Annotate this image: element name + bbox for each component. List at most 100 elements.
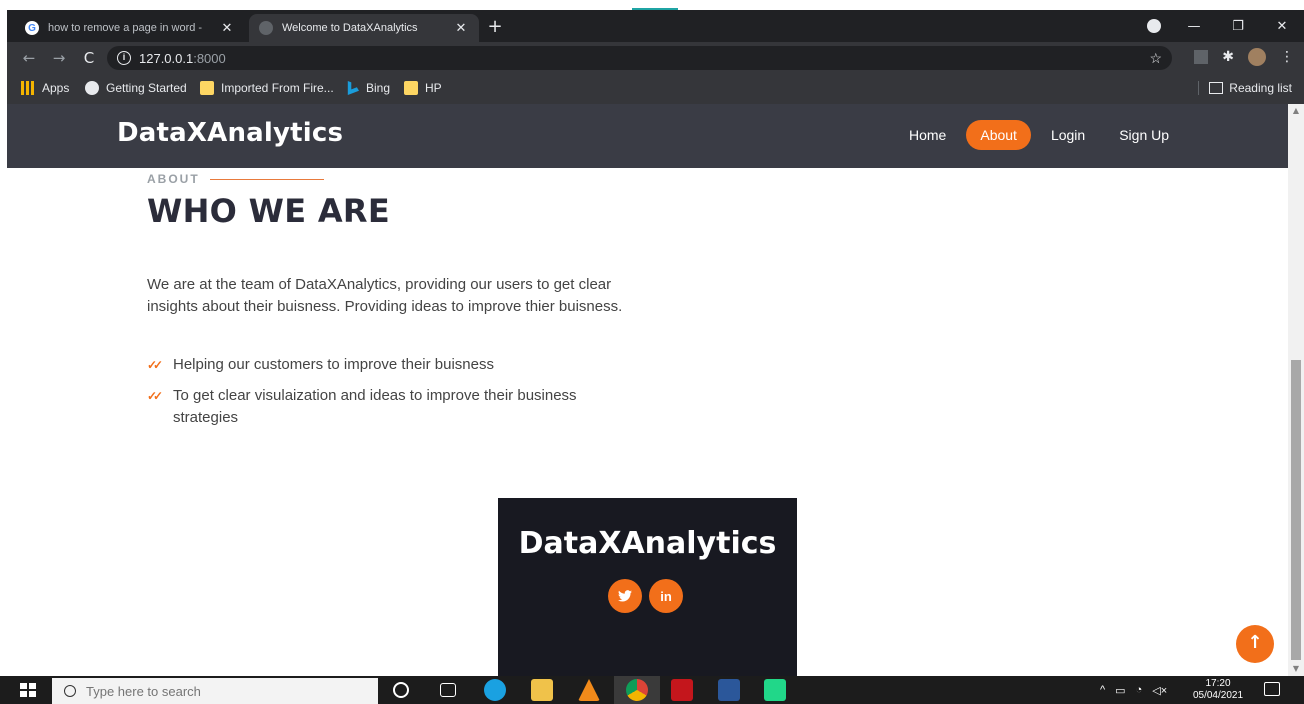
firefox-icon <box>85 81 99 95</box>
address-bar[interactable]: i 127.0.0.1 :8000 ☆ <box>107 46 1172 70</box>
bookmark-label: Apps <box>42 81 70 95</box>
bookmark-label: Imported From Fire... <box>221 81 334 95</box>
toolbar-icons: ✱ ⋮ <box>1194 48 1294 66</box>
url-host: 127.0.0.1 <box>139 50 194 66</box>
footer: DataXAnalytics in <box>498 498 797 676</box>
about-paragraph: We are at the team of DataXAnalytics, pr… <box>147 276 623 315</box>
bookmark-apps[interactable]: Apps <box>21 81 69 95</box>
scroll-down-icon[interactable]: ▼ <box>1288 662 1304 676</box>
window-controls: — ❐ ✕ <box>1172 10 1304 42</box>
restore-icon[interactable]: ❐ <box>1216 19 1260 34</box>
close-window-icon[interactable]: ✕ <box>1260 19 1304 34</box>
profile-avatar[interactable] <box>1248 48 1266 66</box>
bookmark-bing[interactable]: Bing <box>345 81 390 95</box>
scroll-thumb[interactable] <box>1291 360 1301 660</box>
bookmark-star-icon[interactable]: ☆ <box>1149 50 1162 67</box>
back-icon[interactable]: ← <box>19 48 39 68</box>
linkedin-icon[interactable]: in <box>649 579 683 613</box>
folder-icon <box>404 81 418 95</box>
taskbar-clock[interactable]: 17:20 05/04/2021 <box>1190 678 1246 702</box>
wifi-icon[interactable]: ◔ <box>1136 684 1143 696</box>
twitter-icon[interactable] <box>608 579 642 613</box>
url-port: :8000 <box>193 50 226 66</box>
chrome-icon <box>626 679 648 701</box>
list-item-text: Helping our customers to improve their b… <box>173 356 494 373</box>
chrome-taskbar-button[interactable] <box>614 676 660 704</box>
vlc-icon[interactable] <box>578 679 600 701</box>
close-icon[interactable]: ✕ <box>217 20 237 36</box>
forward-icon[interactable]: → <box>49 48 69 68</box>
bookmark-imported[interactable]: Imported From Fire... <box>200 81 334 95</box>
tab-search-icon[interactable] <box>1147 19 1161 33</box>
main-nav: Home About Login Sign Up <box>895 120 1189 150</box>
bookmark-label: Getting Started <box>106 81 187 95</box>
bookmark-getting-started[interactable]: Getting Started <box>85 81 187 95</box>
site-header: DataXAnalytics Home About Login Sign Up <box>7 104 1288 168</box>
tab-title: how to remove a page in word - <box>48 22 203 34</box>
tab-dataxanalytics[interactable]: Welcome to DataXAnalytics ✕ <box>249 14 479 42</box>
volume-muted-icon[interactable]: ◁× <box>1152 684 1167 697</box>
globe-icon <box>259 21 273 35</box>
scroll-up-icon[interactable]: ▲ <box>1288 104 1304 118</box>
reload-icon[interactable]: C <box>79 48 99 68</box>
bookmark-hp[interactable]: HP <box>404 81 442 95</box>
reading-list-icon <box>1209 82 1224 94</box>
browser-tabbar: G how to remove a page in word - ✕ Welco… <box>7 10 1304 42</box>
nav-sign-up[interactable]: Sign Up <box>1105 120 1183 150</box>
tab-google-search[interactable]: G how to remove a page in word - ✕ <box>15 14 245 42</box>
search-input[interactable] <box>86 683 346 699</box>
bookmarks-bar: Apps Getting Started Imported From Fire.… <box>7 74 1304 104</box>
search-icon <box>64 685 76 697</box>
word-icon[interactable] <box>718 679 740 701</box>
clock-date: 05/04/2021 <box>1192 690 1244 701</box>
edge-icon[interactable] <box>484 679 506 701</box>
info-icon[interactable]: i <box>117 51 131 65</box>
page-scrollbar[interactable]: ▲ ▼ <box>1288 104 1304 676</box>
reading-list-label: Reading list <box>1229 81 1292 95</box>
tab-title: Welcome to DataXAnalytics <box>282 22 418 34</box>
bing-icon <box>347 81 359 95</box>
double-check-icon: ✓✓ <box>147 389 163 403</box>
list-item: ✓✓ Helping our customers to improve thei… <box>147 354 627 376</box>
close-icon[interactable]: ✕ <box>451 20 471 36</box>
nav-login[interactable]: Login <box>1037 120 1099 150</box>
battery-icon[interactable]: ▭ <box>1115 684 1125 697</box>
nav-home[interactable]: Home <box>895 120 960 150</box>
clock-time: 17:20 <box>1205 678 1231 689</box>
cortana-icon[interactable] <box>393 682 409 698</box>
chevron-up-icon[interactable]: ^ <box>1100 684 1105 696</box>
google-icon: G <box>25 21 39 35</box>
task-view-icon[interactable] <box>440 683 456 697</box>
windows-taskbar: ^ ▭ ◔ ◁× 17:20 05/04/2021 <box>0 676 1304 704</box>
acrobat-icon[interactable] <box>671 679 693 701</box>
pycharm-icon[interactable] <box>764 679 786 701</box>
site-logo[interactable]: DataXAnalytics <box>117 118 343 148</box>
bookmark-label: HP <box>425 81 442 95</box>
browser-toolbar: ← → C i 127.0.0.1 :8000 ☆ ✱ ⋮ <box>7 42 1304 74</box>
feature-list: ✓✓ Helping our customers to improve thei… <box>147 354 627 438</box>
puzzle-icon[interactable]: ✱ <box>1222 49 1234 65</box>
reading-list-button[interactable]: Reading list <box>1198 81 1292 95</box>
list-item: ✓✓ To get clear visulaization and ideas … <box>147 385 627 429</box>
apps-grid-icon <box>21 81 35 95</box>
social-links: in <box>608 579 683 613</box>
section-label: ABOUT <box>147 172 324 186</box>
section-label-line <box>209 178 324 180</box>
system-tray: ^ ▭ ◔ ◁× <box>1100 676 1167 704</box>
file-explorer-icon[interactable] <box>531 679 553 701</box>
screen-top-strip <box>0 0 1304 10</box>
page-viewport: DataXAnalytics Home About Login Sign Up … <box>7 104 1288 676</box>
menu-kebab-icon[interactable]: ⋮ <box>1280 49 1294 65</box>
new-tab-button[interactable]: + <box>483 16 507 40</box>
extension-icon[interactable] <box>1194 50 1209 64</box>
back-to-top-button[interactable]: ↑ <box>1236 625 1274 663</box>
minimize-icon[interactable]: — <box>1172 19 1216 34</box>
windows-start-icon[interactable] <box>20 683 36 697</box>
taskbar-search[interactable] <box>52 678 378 704</box>
footer-logo: DataXAnalytics <box>518 526 777 561</box>
nav-about[interactable]: About <box>966 120 1031 150</box>
folder-icon <box>200 81 214 95</box>
double-check-icon: ✓✓ <box>147 358 163 372</box>
section-label-text: ABOUT <box>147 172 200 186</box>
notification-icon[interactable] <box>1264 682 1280 696</box>
